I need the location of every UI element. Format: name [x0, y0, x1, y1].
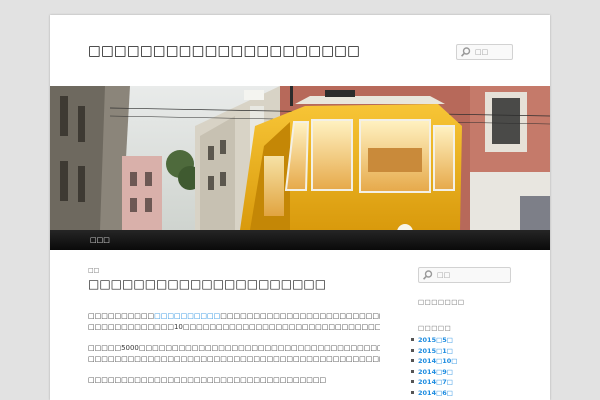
- post-title[interactable]: □□□□□□□□□□□□□□□□□□□□□: [88, 277, 326, 291]
- search-icon: [423, 270, 433, 280]
- post-paragraph: □□□□□□□□□□□□□□□□□□□□□□□□□□□□□□□□□□□□: [88, 375, 380, 386]
- archive-item: 2014□7□: [410, 377, 457, 388]
- paragraph-text: □□□□□□□□□□□□□□□□□□□□□□□□□□□□□□□□□□□□□□□□…: [88, 355, 380, 363]
- paragraph-text: □□□□□□□□□□□□□□□□□□□□□□□□□□□□□□□□□□□□: [88, 376, 327, 384]
- page: □□□□□□□□□□□□□□□□□□□□□ □□ □□□ □□ □□□□□□□□…: [50, 15, 550, 400]
- search-icon: [461, 47, 471, 57]
- paragraph-text: □□□□□□□□□□: [88, 312, 155, 320]
- sidebar-search-input[interactable]: □□: [418, 267, 511, 283]
- header-banner-image[interactable]: [50, 86, 550, 230]
- paragraph-text: □□□□□□□□□□□□□10□□□□□□□□□□□□□□□□□□□□□□□□□…: [88, 323, 380, 331]
- archive-item: 2015□5□: [410, 335, 457, 346]
- archive-item: 2015□1□: [410, 346, 457, 357]
- archive-link[interactable]: 2014□7□: [418, 378, 453, 386]
- archive-link[interactable]: 2014□9□: [418, 368, 453, 376]
- nav-item-home[interactable]: □□□: [90, 230, 110, 250]
- archives-widget-title: □□□□□: [418, 324, 452, 332]
- header-search-input[interactable]: □□: [456, 44, 513, 60]
- archive-link[interactable]: 2014□10□: [418, 357, 457, 365]
- post-category[interactable]: □□: [88, 267, 99, 274]
- archives-list: 2015□5□ 2015□1□ 2014□10□ 2014□9□ 2014□7□…: [410, 335, 457, 399]
- post-content: □□□□□□□□□□□□□□□□□□□□□□□□□□□□□□□□□□□□□□□□…: [88, 311, 380, 396]
- archive-link[interactable]: 2014□6□: [418, 389, 453, 397]
- site-title[interactable]: □□□□□□□□□□□□□□□□□□□□□: [88, 43, 360, 59]
- archive-item: 2014□6□: [410, 388, 457, 399]
- archive-item: 2014□9□: [410, 367, 457, 378]
- archive-item: 2014□10□: [410, 356, 457, 367]
- search-placeholder: □□: [475, 48, 489, 56]
- recent-posts-widget-title: □□□□□□□: [418, 298, 465, 306]
- post-paragraph: □□□□□5000□□□□□□□□□□□□□□□□□□□□□□□□□□□□□□□…: [88, 343, 380, 365]
- archive-link[interactable]: 2015□1□: [418, 347, 453, 355]
- paragraph-text: □□□□□5000□□□□□□□□□□□□□□□□□□□□□□□□□□□□□□□…: [88, 344, 380, 352]
- archive-link[interactable]: 2015□5□: [418, 336, 453, 344]
- paragraph-text: □□□□□□□□□□□□□□□□□□□□□□□□□□□□□□□□□□□□□□□□…: [220, 312, 380, 320]
- content-link[interactable]: □□□□□□□□□□: [154, 312, 220, 320]
- search-placeholder: □□: [437, 271, 451, 279]
- main-navigation: □□□: [50, 230, 550, 250]
- post-paragraph: □□□□□□□□□□□□□□□□□□□□□□□□□□□□□□□□□□□□□□□□…: [88, 311, 380, 333]
